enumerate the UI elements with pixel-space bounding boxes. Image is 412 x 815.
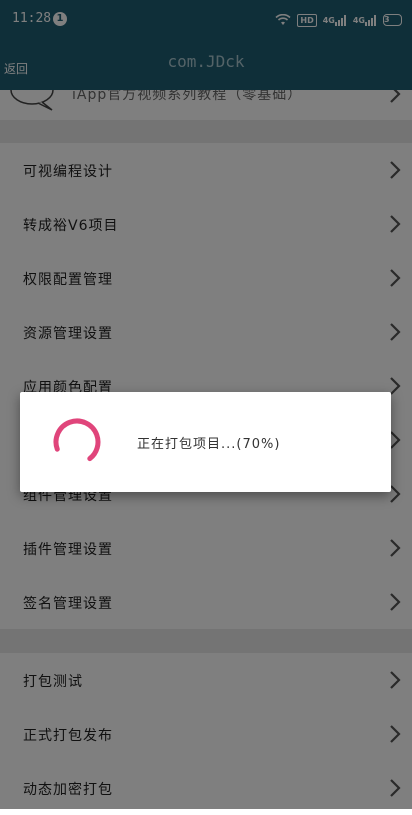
- progress-dialog: 正在打包项目...(70%): [20, 392, 391, 492]
- progress-message: 正在打包项目...(70%): [137, 437, 281, 452]
- loading-spinner-icon: [53, 418, 101, 466]
